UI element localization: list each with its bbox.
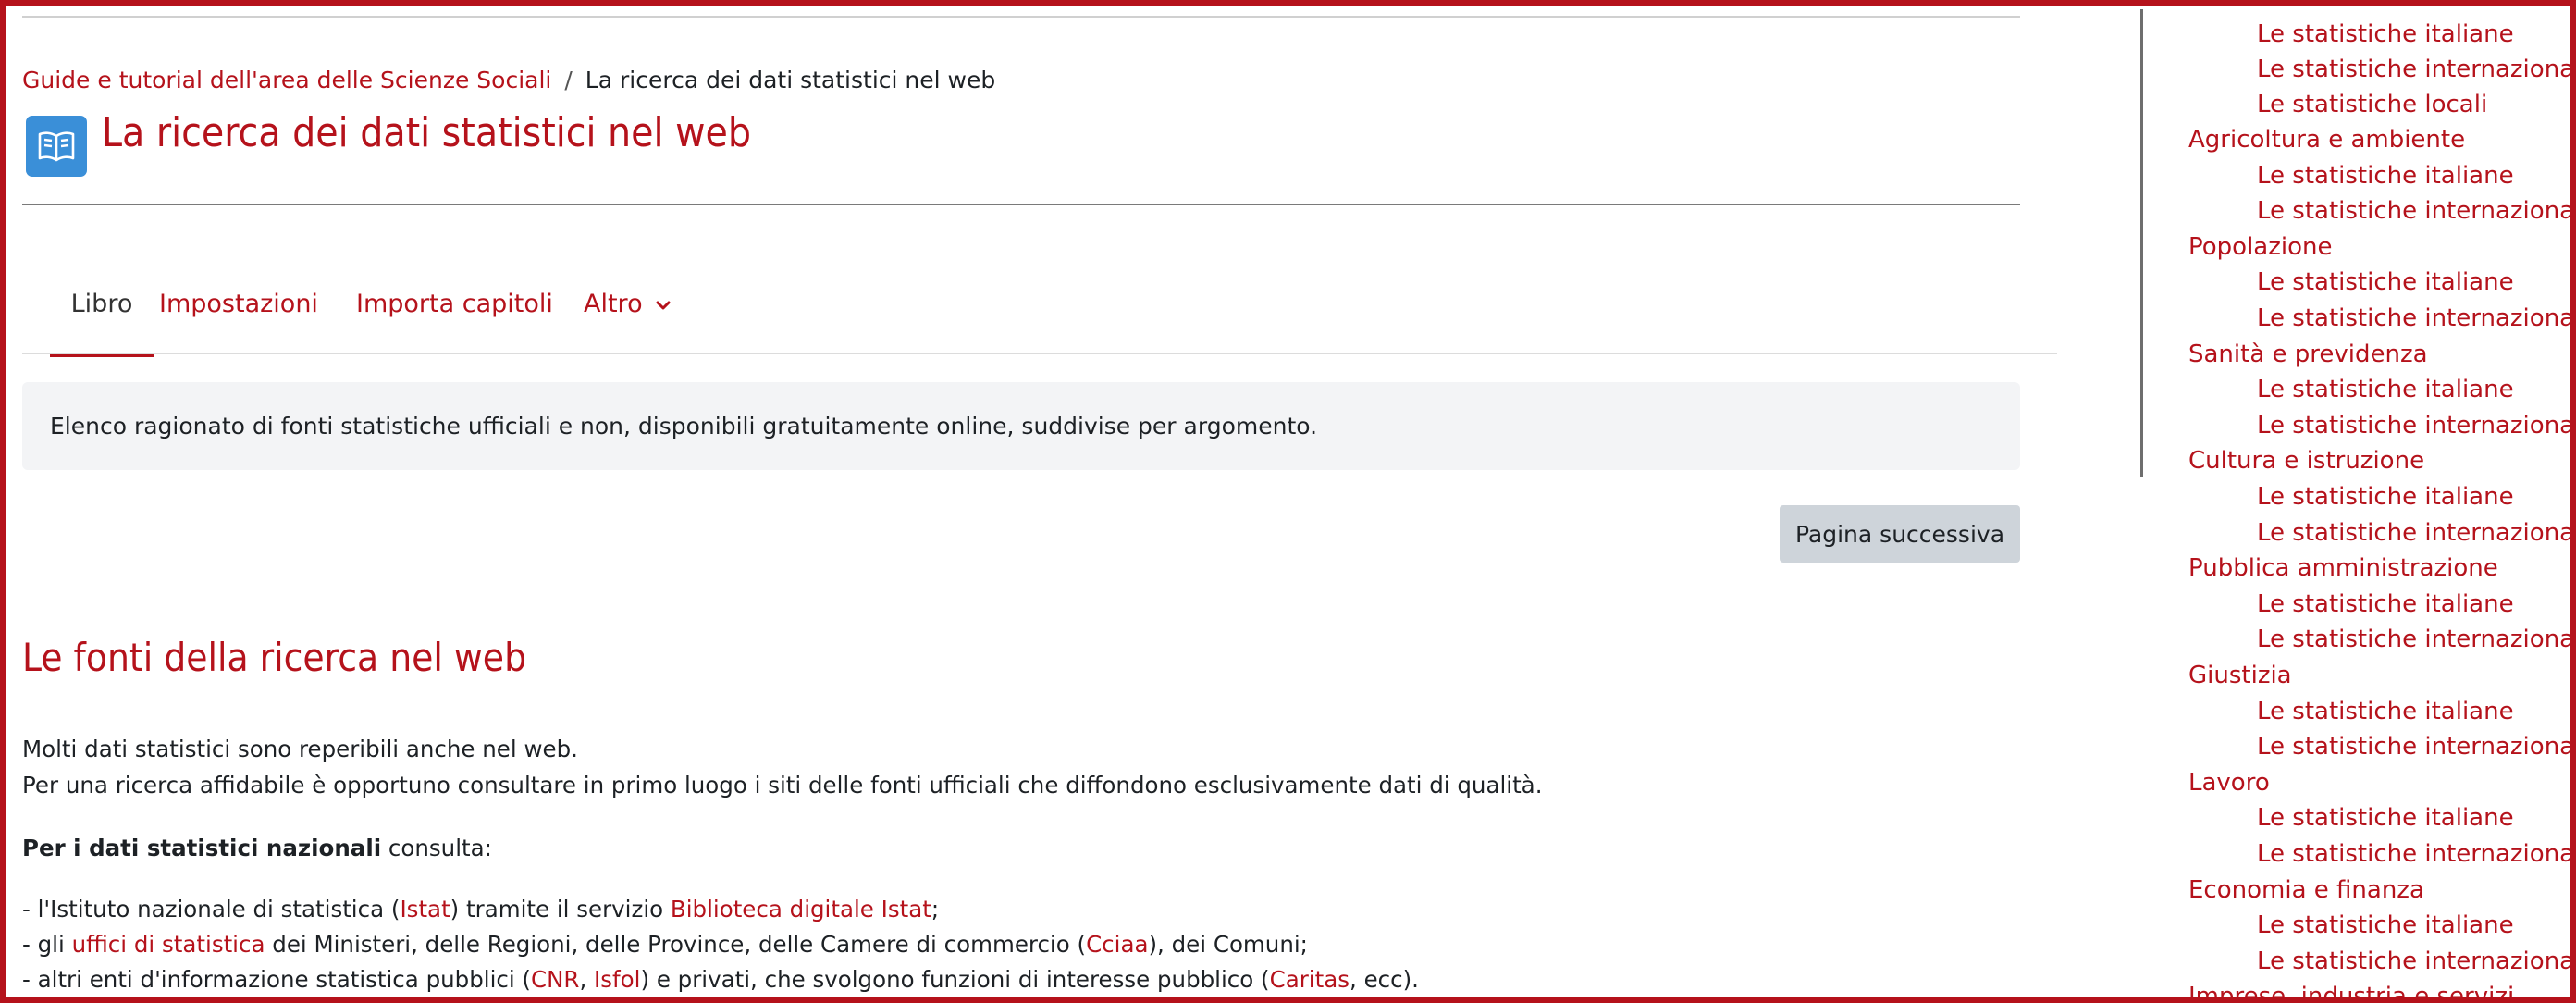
main-content: Guide e tutorial dell'area delle Scienze… bbox=[22, 9, 2057, 1003]
national-bold-text: Per i dati statistici nazionali bbox=[22, 835, 382, 861]
book-icon bbox=[26, 116, 87, 177]
toc-item[interactable]: Le statistiche italiane bbox=[2257, 911, 2514, 939]
breadcrumb-parent-link[interactable]: Guide e tutorial dell'area delle Scienze… bbox=[22, 67, 551, 93]
paragraph-advice: Per una ricerca affidabile è opportuno c… bbox=[22, 772, 1543, 799]
next-page-button[interactable]: Pagina successiva bbox=[1780, 505, 2020, 563]
breadcrumb-current: La ricerca dei dati statistici nel web bbox=[585, 67, 996, 93]
paragraph-intro: Molti dati statistici sono reperibili an… bbox=[22, 736, 578, 762]
toc-item[interactable]: Le statistiche locali bbox=[2257, 91, 2487, 118]
toc-item[interactable]: Cultura e istruzione bbox=[2188, 447, 2424, 475]
uffici-di-statistica-link[interactable]: uffici di statistica bbox=[72, 931, 265, 958]
toc-item[interactable]: Lavoro bbox=[2188, 769, 2270, 797]
istat-link[interactable]: Istat bbox=[400, 896, 450, 923]
toc-item[interactable]: Sanità e previdenza bbox=[2188, 341, 2428, 368]
toc-item[interactable]: Pubblica amministrazione bbox=[2188, 554, 2498, 582]
toc-item[interactable]: Economia e finanza bbox=[2188, 876, 2424, 904]
toc-item[interactable]: Le statistiche internazionali bbox=[2257, 197, 2576, 225]
toc-item[interactable]: Giustizia bbox=[2188, 662, 2292, 689]
toc-item[interactable]: Le statistiche internazionali bbox=[2257, 840, 2576, 868]
tab-importa-capitoli[interactable]: Importa capitoli bbox=[356, 285, 553, 353]
list-item: - l'Istituto nazionale di statistica (Is… bbox=[22, 896, 940, 923]
toc-item[interactable]: Le statistiche italiane bbox=[2257, 698, 2514, 725]
toc-item[interactable]: Le statistiche internazionali bbox=[2257, 56, 2576, 83]
caritas-link[interactable]: Caritas bbox=[1270, 966, 1350, 993]
toc-item[interactable]: Le statistiche internazionali bbox=[2257, 519, 2576, 547]
toc-item[interactable]: Le statistiche internazionali bbox=[2257, 412, 2576, 440]
toc-item[interactable]: Le statistiche italiane bbox=[2257, 268, 2514, 296]
tab-impostazioni[interactable]: Impostazioni bbox=[159, 285, 318, 353]
tab-bar: Libro Impostazioni Importa capitoli Altr… bbox=[22, 285, 2057, 357]
toc-item[interactable]: Le statistiche internazionali bbox=[2257, 625, 2576, 653]
toc-item[interactable]: Le statistiche italiane bbox=[2257, 20, 2514, 48]
toc-item[interactable]: Le statistiche italiane bbox=[2257, 590, 2514, 618]
tab-altro[interactable]: Altro bbox=[584, 285, 671, 353]
section-title: Le fonti della ricerca nel web bbox=[22, 635, 527, 680]
toc-item[interactable]: Le statistiche internazionali bbox=[2257, 733, 2576, 761]
table-of-contents: Le statistiche italiane Le statistiche i… bbox=[2188, 0, 2576, 1003]
list-item: - gli uffici di statistica dei Ministeri… bbox=[22, 931, 1308, 958]
list-item: - altri enti d'informazione statistica p… bbox=[22, 966, 1419, 993]
scrollbar[interactable] bbox=[2140, 9, 2143, 477]
breadcrumb-separator: / bbox=[564, 67, 573, 93]
tab-libro[interactable]: Libro bbox=[50, 285, 154, 357]
toc-item[interactable]: Le statistiche italiane bbox=[2257, 376, 2514, 403]
chevron-down-icon bbox=[656, 301, 671, 309]
title-divider bbox=[22, 204, 2020, 205]
biblioteca-digitale-istat-link[interactable]: Biblioteca digitale Istat bbox=[671, 896, 931, 923]
top-divider bbox=[22, 16, 2020, 18]
toc-item[interactable]: Popolazione bbox=[2188, 233, 2332, 261]
book-summary: Elenco ragionato di fonti statistiche uf… bbox=[22, 382, 2020, 470]
toc-item[interactable]: Le statistiche internazionali bbox=[2257, 304, 2576, 332]
toc-item[interactable]: Imprese, industria e servizi bbox=[2188, 983, 2514, 1003]
toc-item[interactable]: Agricoltura e ambiente bbox=[2188, 126, 2465, 154]
cciaa-link[interactable]: Cciaa bbox=[1086, 931, 1148, 958]
toc-item[interactable]: Le statistiche italiane bbox=[2257, 483, 2514, 511]
toc-item[interactable]: Le statistiche italiane bbox=[2257, 162, 2514, 190]
paragraph-national: Per i dati statistici nazionali consulta… bbox=[22, 835, 492, 861]
toc-item[interactable]: Le statistiche internazionali bbox=[2257, 947, 2576, 975]
tab-divider bbox=[22, 353, 2057, 354]
isfol-link[interactable]: Isfol bbox=[594, 966, 640, 993]
cnr-link[interactable]: CNR bbox=[531, 966, 579, 993]
page-title: La ricerca dei dati statistici nel web bbox=[102, 109, 751, 156]
breadcrumb: Guide e tutorial dell'area delle Scienze… bbox=[22, 67, 995, 93]
toc-item[interactable]: Le statistiche italiane bbox=[2257, 804, 2514, 832]
